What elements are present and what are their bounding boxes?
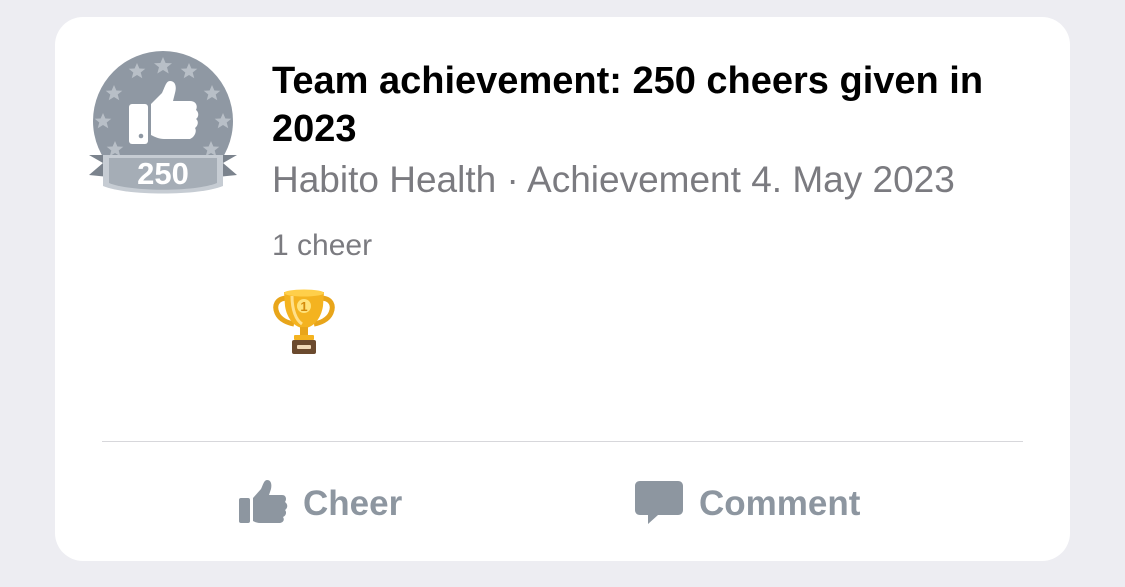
post-content: Team achievement: 250 cheers given in 20…: [272, 57, 1042, 356]
achievement-badge-icon: 250: [89, 51, 237, 201]
post-meta: Habito Health · Achievement 4. May 2023: [272, 159, 955, 200]
speech-bubble-icon: [634, 479, 684, 530]
cheer-count[interactable]: 1 cheer: [272, 228, 1042, 264]
comment-label: Comment: [699, 484, 861, 523]
cheer-button[interactable]: Cheer: [238, 479, 402, 529]
thumbs-up-icon: [238, 479, 288, 530]
cheer-label: Cheer: [303, 484, 403, 523]
trophy-icon[interactable]: 1: [272, 286, 336, 356]
achievement-card: 250 Team achievement: 250 cheers given i…: [55, 17, 1070, 561]
badge-number: 250: [137, 156, 189, 191]
comment-button[interactable]: Comment: [634, 479, 860, 529]
divider: [102, 441, 1023, 442]
trophy-number: 1: [300, 299, 307, 314]
post-title: Team achievement: 250 cheers given in 20…: [272, 60, 984, 150]
